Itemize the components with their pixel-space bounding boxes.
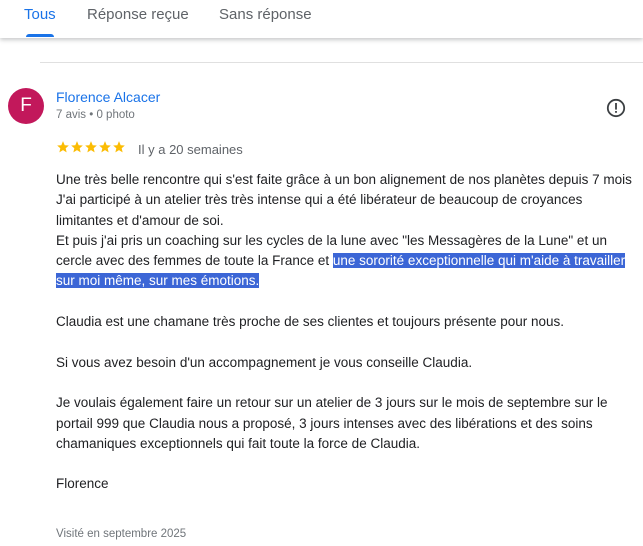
report-flag-icon[interactable]: [606, 98, 626, 118]
review-line: Et puis j'ai pris un coaching sur les cy…: [56, 231, 641, 292]
tab-replied[interactable]: Réponse reçue: [87, 6, 189, 23]
review-date: Il y a 20 semaines: [138, 142, 243, 157]
review-signature: Florence: [56, 476, 109, 492]
star-icon: [99, 141, 111, 153]
star-icon: [57, 141, 69, 153]
review-paragraph: Claudia est une chamane très proche de s…: [56, 314, 565, 330]
visit-date: Visité en septembre 2025: [56, 528, 187, 540]
tab-unanswered[interactable]: Sans réponse: [219, 6, 312, 23]
reviewer-name[interactable]: Florence Alcacer: [56, 89, 160, 105]
active-tab-indicator: [26, 34, 54, 37]
review-paragraph: Je voulais également faire un retour sur…: [56, 395, 608, 451]
review-line: Une très belle rencontre qui s'est faite…: [56, 172, 632, 187]
star-icon: [85, 141, 97, 153]
avatar[interactable]: F: [8, 88, 44, 124]
star-icon: [113, 141, 125, 153]
review-line: J'ai participé à un atelier très très in…: [56, 192, 583, 228]
reviewer-meta: 7 avis • 0 photo: [56, 109, 135, 121]
tab-all[interactable]: Tous: [24, 6, 56, 23]
review-divider: [40, 62, 643, 63]
star-rating: [56, 140, 126, 156]
review-text: Une très belle rencontre qui s'est faite…: [56, 170, 641, 495]
review-paragraph: Si vous avez besoin d'un accompagnement …: [56, 354, 473, 370]
review-filter-tabs: Tous Réponse reçue Sans réponse: [0, 0, 643, 38]
star-icon: [71, 141, 83, 153]
